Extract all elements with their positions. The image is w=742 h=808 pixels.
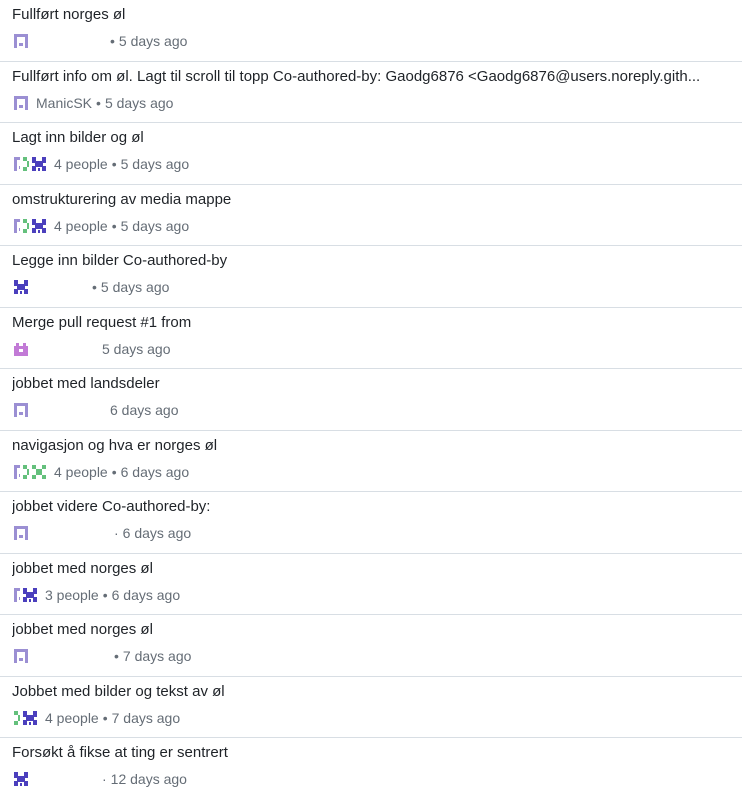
meta-separator: • [102, 586, 108, 603]
commit-list: Fullført norges øl • 5 days ago Fullført in… [0, 0, 742, 800]
commit-time[interactable]: 5 days ago [101, 279, 170, 295]
commit-time[interactable]: 5 days ago [105, 95, 174, 111]
commit-time[interactable]: 5 days ago [102, 341, 171, 357]
commit-title[interactable]: Legge inn bilder Co-authored-by [12, 251, 730, 270]
commit-title[interactable]: Fullført info om øl. Lagt til scroll til… [12, 67, 730, 86]
commit-meta: • 5 days ago [12, 276, 730, 298]
commit-time[interactable]: 6 days ago [110, 402, 179, 418]
commit-title[interactable]: jobbet med landsdeler [12, 374, 730, 393]
commit-row[interactable]: Fullført norges øl • 5 days ago [0, 0, 742, 62]
avatar-stack[interactable] [12, 339, 30, 358]
commit-row[interactable]: Fullført info om øl. Lagt til scroll til… [0, 62, 742, 123]
commit-row[interactable]: omstrukturering av media mappe 4 people • 5… [0, 185, 742, 246]
commit-title[interactable]: Forsøkt å fikse at ting er sentrert [12, 743, 730, 762]
commit-meta: • 7 days ago [12, 645, 730, 667]
commit-meta: 4 people • 6 days ago [12, 461, 730, 483]
commit-title[interactable]: Merge pull request #1 from [12, 313, 730, 332]
avatar-stack[interactable] [12, 524, 30, 542]
avatar-icon[interactable] [21, 708, 39, 727]
meta-separator: • [110, 33, 115, 49]
commit-title[interactable]: omstrukturering av media mappe [12, 190, 730, 209]
commit-title[interactable]: jobbet videre Co-authored-by: [12, 497, 730, 516]
meta-separator: · [102, 771, 107, 787]
avatar-icon[interactable] [12, 278, 30, 296]
commit-meta: 6 days ago [12, 399, 730, 421]
avatar-stack[interactable] [12, 647, 30, 665]
commit-title[interactable]: jobbet med norges øl [12, 620, 730, 639]
commit-row[interactable]: Lagt inn bilder og øl 4 people • 5 days ago [0, 123, 742, 185]
avatar-stack[interactable] [12, 585, 39, 604]
meta-separator: • [92, 279, 97, 295]
commit-title[interactable]: navigasjon og hva er norges øl [12, 436, 730, 455]
avatar-icon[interactable] [12, 770, 30, 788]
commit-meta: ManicSK • 5 days ago [12, 92, 730, 114]
meta-separator: • [111, 217, 117, 234]
commit-title[interactable]: Fullført norges øl [12, 5, 730, 24]
avatar-stack[interactable] [12, 770, 30, 788]
commit-meta: 3 people • 6 days ago [12, 584, 730, 606]
commit-time[interactable]: 7 days ago [112, 710, 181, 726]
commit-time[interactable]: 12 days ago [111, 771, 187, 787]
avatar-stack[interactable] [12, 32, 30, 50]
commit-meta: · 6 days ago [12, 522, 730, 544]
avatar-stack[interactable] [12, 462, 48, 481]
avatar-icon[interactable] [12, 339, 30, 358]
commit-title[interactable]: Jobbet med bilder og tekst av øl [12, 682, 730, 701]
commit-time[interactable]: 7 days ago [123, 648, 192, 664]
avatar-icon[interactable] [30, 462, 48, 481]
commit-meta: 4 people • 7 days ago [12, 707, 730, 729]
commit-time[interactable]: 6 days ago [112, 587, 181, 603]
commit-time[interactable]: 6 days ago [123, 525, 192, 541]
commit-author[interactable]: 4 people [54, 218, 108, 234]
commit-meta: • 5 days ago [12, 30, 730, 52]
commit-time[interactable]: 5 days ago [121, 218, 190, 234]
commit-author[interactable]: 4 people [54, 464, 108, 480]
meta-separator: · [114, 525, 119, 541]
meta-separator: • [111, 156, 117, 172]
avatar-icon[interactable] [12, 647, 30, 665]
avatar-icon[interactable] [12, 401, 30, 419]
avatar-stack[interactable] [12, 401, 30, 419]
commit-row[interactable]: jobbet med norges øl • 7 days ago [0, 615, 742, 677]
commit-meta: 4 people • 5 days ago [12, 153, 730, 175]
commit-title[interactable]: jobbet med norges øl [12, 559, 730, 578]
avatar-stack[interactable] [12, 216, 48, 235]
commit-row[interactable]: jobbet med norges øl 3 people • 6 days ago [0, 554, 742, 615]
avatar-icon[interactable] [12, 32, 30, 50]
avatar-icon[interactable] [21, 585, 39, 604]
commit-row[interactable]: Forsøkt å fikse at ting er sentrert · 12 d… [0, 738, 742, 800]
avatar-stack[interactable] [12, 708, 39, 727]
commit-time[interactable]: 5 days ago [121, 156, 190, 172]
avatar-stack[interactable] [12, 155, 48, 173]
meta-separator: • [111, 463, 117, 480]
avatar-icon[interactable] [30, 155, 48, 173]
commit-row[interactable]: Merge pull request #1 from 5 days ago [0, 308, 742, 369]
commit-row[interactable]: Jobbet med bilder og tekst av øl 4 people… [0, 677, 742, 738]
commit-author[interactable]: 4 people [45, 710, 99, 726]
commit-row[interactable]: Legge inn bilder Co-authored-by • 5 days a… [0, 246, 742, 308]
commit-time[interactable]: 6 days ago [121, 464, 190, 480]
commit-row[interactable]: jobbet med landsdeler 6 days ago [0, 369, 742, 431]
commit-meta: · 12 days ago [12, 768, 730, 790]
avatar-stack[interactable] [12, 278, 30, 296]
commit-meta: 5 days ago [12, 338, 730, 360]
commit-author[interactable]: 4 people [54, 156, 108, 172]
commit-time[interactable]: 5 days ago [119, 33, 188, 49]
commit-meta: 4 people • 5 days ago [12, 215, 730, 237]
avatar-icon[interactable] [12, 524, 30, 542]
commit-title[interactable]: Lagt inn bilder og øl [12, 128, 730, 147]
avatar-icon[interactable] [12, 93, 30, 112]
meta-separator: • [96, 94, 101, 111]
commit-author[interactable]: ManicSK [36, 95, 92, 111]
commit-row[interactable]: jobbet videre Co-authored-by: · 6 days ago [0, 492, 742, 554]
commit-author[interactable]: 3 people [45, 587, 99, 603]
meta-separator: • [114, 648, 119, 664]
avatar-icon[interactable] [30, 216, 48, 235]
avatar-stack[interactable] [12, 93, 30, 112]
meta-separator: • [102, 709, 108, 726]
commit-row[interactable]: navigasjon og hva er norges øl 4 people • 6… [0, 431, 742, 492]
